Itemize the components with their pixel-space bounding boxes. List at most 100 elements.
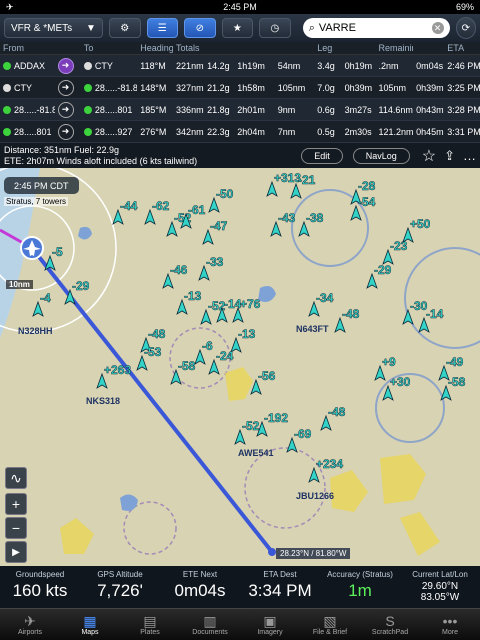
header-remaining: Remaining (378, 43, 414, 53)
row-l-time: 0h19m (344, 60, 373, 71)
flight-plan-header: From To Heading Totals Leg Remaining ETA (0, 42, 480, 55)
instrument-strip: Groundspeed 160 kts GPS Altitude 7,726' … (0, 566, 480, 608)
row-t-fuel: 14.2g (207, 60, 230, 71)
direct-to-arrow-icon[interactable]: ➜ (57, 57, 74, 74)
search-value: VARRE (318, 22, 356, 34)
direct-to-arrow-icon[interactable]: ➜ (57, 79, 74, 96)
sync-icon[interactable]: ⟳ (455, 17, 476, 39)
traffic-altitude-label: -28 (358, 179, 376, 193)
traffic-altitude-label: -56 (258, 369, 276, 383)
instrument-gps-altitude[interactable]: GPS Altitude 7,726' (80, 566, 160, 608)
traffic-altitude-label: +76 (240, 297, 261, 311)
direct-to-arrow-icon[interactable]: ➜ (57, 101, 74, 118)
traffic-altitude-label: -13 (184, 289, 202, 303)
instrument-groundspeed[interactable]: Groundspeed 160 kts (0, 566, 80, 608)
row-t-dist: 327nm (176, 82, 204, 93)
zoom-out-button[interactable]: − (5, 517, 27, 539)
row-r-dist: 121.2nm (378, 126, 414, 137)
favorites-icon[interactable]: ★ (221, 18, 254, 38)
flight-plan-row[interactable]: 28.....801 ➜ 28.....927 276°M 342nm 22.3g 2h04… (0, 121, 480, 143)
row-r-time: 0m04s (416, 60, 444, 71)
tab-scratchpad[interactable]: S ScratchPad (360, 609, 420, 640)
row-r-dist: 105nm (378, 82, 407, 93)
flight-plan-row[interactable]: 28.....-81.8 ➜ 28.....801 185°M 336nm 21.8g 2h… (0, 99, 480, 121)
summary-ete-winds: ETE: 2h07m Winds aloft included (6 kts t… (4, 155, 198, 166)
row-l-fuel: 3.4g (317, 60, 335, 71)
tab-plates[interactable]: ▤ Plates (120, 609, 180, 640)
traffic-altitude-label: -44 (120, 199, 138, 213)
search-icon: ⌕ (308, 21, 315, 34)
row-t-dist: 342nm (176, 126, 204, 137)
star-icon[interactable]: ☆ (422, 146, 436, 166)
row-eta: 2:46 PM (447, 60, 480, 71)
row-l-fuel: 0.6g (317, 104, 335, 115)
traffic-tag-jbu1266[interactable]: JBU1266 (296, 491, 334, 501)
row-l-dist: 9nm (277, 104, 296, 115)
traffic-altitude-label: -38 (306, 211, 324, 225)
traffic-altitude-label: +234 (316, 457, 343, 471)
tab-maps[interactable]: ▦ Maps (60, 609, 120, 640)
maps-icon: ▦ (83, 612, 97, 629)
file-brief-icon: ▧ (323, 612, 337, 629)
map-layer-select[interactable]: VFR & *METs ▼ (4, 18, 103, 38)
search-field[interactable]: ⌕ VARRE ✕ (302, 18, 450, 38)
clock-icon[interactable]: ◷ (259, 18, 291, 38)
traffic-tag-nks318[interactable]: NKS318 (86, 396, 120, 406)
flight-plan-list-icon[interactable]: ☰ (146, 18, 179, 38)
traffic-altitude-label: -48 (342, 307, 360, 321)
flight-plan-panel: From To Heading Totals Leg Remaining ETA… (0, 42, 480, 168)
row-l-dist: 7nm (277, 126, 296, 137)
tab-documents[interactable]: ▥ Documents (180, 609, 240, 640)
header-to: To (83, 43, 94, 53)
flight-plan-row[interactable]: ADDAX ➜ CTY 118°M 221nm 14.2g 1h19m 54nm 3.4g 0h1… (0, 55, 480, 77)
clear-search-icon[interactable]: ✕ (431, 22, 444, 34)
traffic-altitude-label: -53 (144, 345, 162, 359)
traffic-altitude-label: -24 (216, 349, 234, 363)
flight-plan-row[interactable]: CTY ➜ 28.....-81.8 148°M 327nm 21.2g 1h58m 105n… (0, 77, 480, 99)
traffic-altitude-label: -21 (298, 173, 316, 187)
sectional-map[interactable]: -44 -62 -52 -61 -50 -47 -33 -46 -13 -52 -14 +76 -13-… (0, 168, 480, 566)
waypoint-status-dot (3, 127, 11, 136)
header-eta: ETA (447, 43, 465, 53)
waypoint-marker[interactable] (268, 548, 276, 556)
tab-imagery[interactable]: ▣ Imagery (240, 609, 300, 640)
share-icon[interactable]: ⇪ (444, 148, 455, 164)
waypoint-status-dot (3, 61, 11, 70)
map-layer-label: VFR & *METs (11, 22, 73, 34)
tab-airports[interactable]: ✈ Airports (0, 609, 60, 640)
flight-plan-summary: Distance: 351nm Fuel: 22.9g ETE: 2h07m W… (0, 143, 480, 168)
tab-bar: ✈ Airports ▦ Maps ▤ Plates ▥ Documents ▣ Imag… (0, 608, 480, 640)
traffic-tag-n328hh[interactable]: N328HH (18, 326, 53, 336)
more-options-icon[interactable]: … (463, 148, 476, 163)
traffic-tag-awe541[interactable]: AWE541 (238, 448, 274, 458)
adsb-status-label: Stratus, 7 towers (4, 197, 69, 206)
compass-icon[interactable]: ⊘ (184, 18, 216, 38)
row-from: 28.....-81.8 (14, 104, 55, 115)
row-eta: 3:28 PM (447, 104, 480, 115)
route-rubberband-icon[interactable]: ∿ (5, 467, 27, 489)
instrument-lat-lon[interactable]: Current Lat/Lon 29.60°N 83.05°W (400, 566, 480, 608)
zoom-in-button[interactable]: + (5, 493, 27, 515)
route-point-coordinates: 28.23°N / 81.80°W (276, 548, 351, 559)
map-canvas[interactable]: -44 -62-52-61-50-47-33-46-13-52-14+76-13-… (0, 168, 480, 566)
navlog-button[interactable]: NavLog (352, 147, 410, 164)
instrument-ete-next[interactable]: ETE Next 0m04s (160, 566, 240, 608)
traffic-altitude-label: -49 (446, 355, 464, 369)
row-l-fuel: 7.0g (317, 82, 335, 93)
direct-to-arrow-icon[interactable]: ➜ (57, 123, 74, 140)
instrument-accuracy[interactable]: Accuracy (Stratus) 1m (320, 566, 400, 608)
tab-more[interactable]: ••• More (420, 609, 480, 640)
summary-distance-fuel: Distance: 351nm Fuel: 22.9g (4, 144, 120, 155)
tab-file-brief[interactable]: ▧ File & Brief (300, 609, 360, 640)
row-from: CTY (14, 82, 32, 93)
waypoint-status-dot (83, 127, 92, 136)
edit-button[interactable]: Edit (301, 147, 343, 164)
traffic-tag-n643ft[interactable]: N643FT (296, 324, 329, 334)
scratchpad-icon: S (385, 612, 395, 629)
traffic-altitude-label: -34 (316, 291, 334, 305)
instrument-eta-dest[interactable]: ETA Dest 3:34 PM (240, 566, 320, 608)
row-t-dist: 221nm (176, 60, 204, 71)
settings-icon[interactable]: ⚙ (108, 18, 141, 38)
row-from: 28.....801 (14, 126, 52, 137)
play-animation-button[interactable]: ▶ (5, 541, 27, 563)
